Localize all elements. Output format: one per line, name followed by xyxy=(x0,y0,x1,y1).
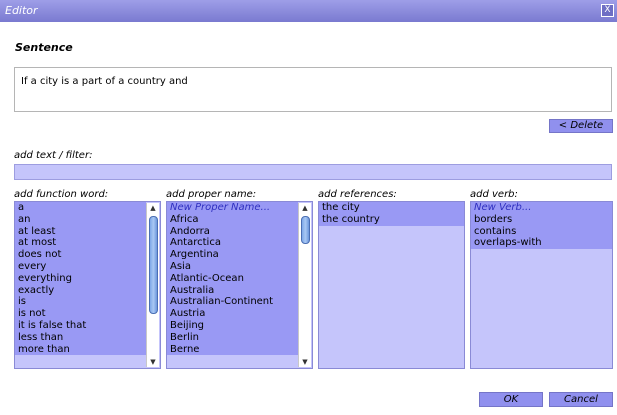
list-item[interactable]: it is false that xyxy=(15,320,146,332)
scroll-down-icon[interactable]: ▼ xyxy=(147,357,159,367)
list-item[interactable]: the country xyxy=(319,214,464,226)
cancel-button[interactable]: Cancel xyxy=(549,392,613,407)
sentence-heading: Sentence xyxy=(15,41,73,54)
list-item[interactable]: Atlantic-Ocean xyxy=(167,273,298,285)
list-item[interactable]: overlaps-with xyxy=(471,237,612,249)
title-bar: Editor X xyxy=(0,0,617,22)
list-item[interactable]: exactly xyxy=(15,285,146,297)
list-item[interactable]: Austria xyxy=(167,308,298,320)
list-item[interactable]: Andorra xyxy=(167,226,298,238)
function-word-label: add function word: xyxy=(14,189,109,200)
proper-name-label: add proper name: xyxy=(166,189,257,200)
references-label: add references: xyxy=(318,189,397,200)
references-list[interactable]: the city the country xyxy=(318,201,465,369)
verb-label: add verb: xyxy=(470,189,518,200)
list-item[interactable]: Africa xyxy=(167,214,298,226)
proper-name-list[interactable]: New Proper Name... Africa Andorra Antarctic… xyxy=(166,201,313,369)
list-item[interactable]: Berlin xyxy=(167,332,298,344)
scroll-thumb[interactable] xyxy=(149,216,158,314)
list-item[interactable]: does not xyxy=(15,249,146,261)
list-item[interactable]: the city xyxy=(319,202,464,214)
list-item[interactable]: Argentina xyxy=(167,249,298,261)
ok-button[interactable]: OK xyxy=(479,392,543,407)
list-item[interactable]: is not xyxy=(15,308,146,320)
list-item[interactable]: Asia xyxy=(167,261,298,273)
list-item[interactable]: at least xyxy=(15,226,146,238)
list-item[interactable]: Australian-Continent xyxy=(167,296,298,308)
function-word-list[interactable]: a an at least at most does not every everythin… xyxy=(14,201,161,369)
list-item[interactable]: more than xyxy=(15,344,146,356)
scroll-up-icon[interactable]: ▲ xyxy=(299,203,311,213)
list-item[interactable]: contains xyxy=(471,226,612,238)
function-word-scrollbar[interactable]: ▲ ▼ xyxy=(146,203,159,367)
list-item[interactable]: New Verb... xyxy=(471,202,612,214)
close-button[interactable]: X xyxy=(601,4,614,17)
list-item[interactable]: everything xyxy=(15,273,146,285)
list-item[interactable]: is xyxy=(15,296,146,308)
list-item[interactable]: New Proper Name... xyxy=(167,202,298,214)
list-item[interactable]: at most xyxy=(15,237,146,249)
filter-input[interactable] xyxy=(14,164,612,180)
scroll-up-icon[interactable]: ▲ xyxy=(147,203,159,213)
list-item[interactable]: borders xyxy=(471,214,612,226)
list-item[interactable]: a xyxy=(15,202,146,214)
verb-list[interactable]: New Verb... borders contains overlaps-with xyxy=(470,201,613,369)
close-icon: X xyxy=(604,5,611,15)
list-item[interactable]: Antarctica xyxy=(167,237,298,249)
list-item[interactable]: Beijing xyxy=(167,320,298,332)
proper-name-scrollbar[interactable]: ▲ ▼ xyxy=(298,203,311,367)
list-item[interactable]: Australia xyxy=(167,285,298,297)
window-title: Editor xyxy=(5,4,38,17)
sentence-textbox[interactable]: If a city is a part of a country and xyxy=(14,67,612,112)
list-item[interactable]: every xyxy=(15,261,146,273)
delete-button[interactable]: < Delete xyxy=(549,119,613,133)
list-item[interactable]: an xyxy=(15,214,146,226)
sentence-text: If a city is a part of a country and xyxy=(21,76,188,87)
list-item[interactable]: less than xyxy=(15,332,146,344)
filter-label: add text / filter: xyxy=(14,150,93,161)
scroll-down-icon[interactable]: ▼ xyxy=(299,357,311,367)
list-item[interactable]: Berne xyxy=(167,344,298,356)
scroll-thumb[interactable] xyxy=(301,216,310,244)
